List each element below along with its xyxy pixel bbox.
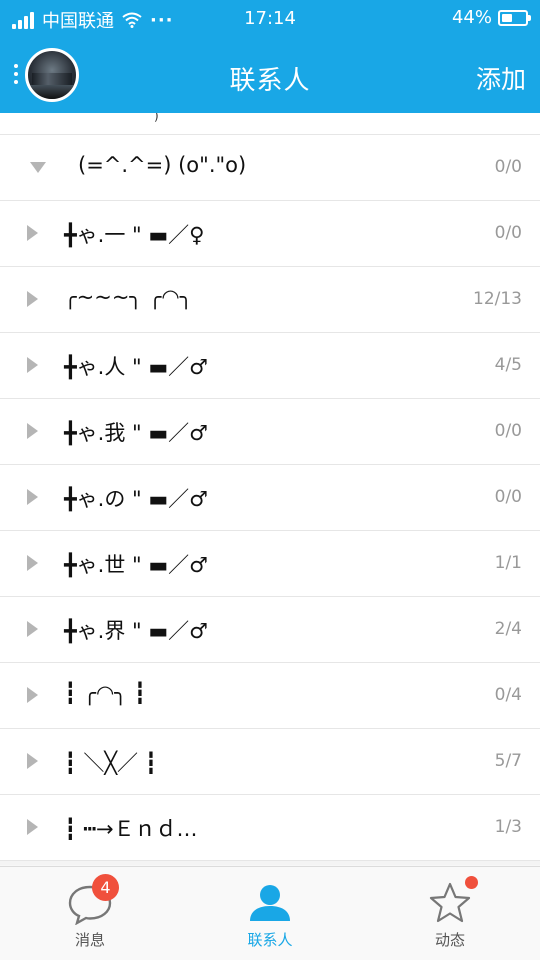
group-name: ╋ゃ.人 " ▬／♂ — [64, 355, 208, 379]
unread-badge: 4 — [92, 874, 119, 901]
contact-group-row[interactable]: ╋ゃ.一 " ▬／♀ 0/0 — [0, 201, 540, 267]
contact-group-row[interactable]: (=^.^=) (o"."o) 0/0 — [0, 135, 540, 201]
top-bar: 中国联通 ··· 17:14 44% 联系人 添加 — [0, 0, 540, 113]
online-count: 0/4 — [494, 685, 522, 705]
battery-icon — [498, 9, 531, 26]
online-count: 5/7 — [494, 751, 522, 771]
group-name: ╋ゃ.我 " ▬／♂ — [64, 421, 208, 445]
online-count: 12/13 — [473, 289, 522, 309]
group-name: ╋ゃ.界 " ▬／♂ — [64, 619, 208, 643]
tab-feed[interactable]: 动态 — [360, 867, 540, 960]
add-button[interactable]: 添加 — [476, 60, 526, 96]
contact-group-row[interactable]: ╋ゃ.人 " ▬／♂ 4/5 — [0, 333, 540, 399]
group-name: ╋ゃ.の " ▬／♂ — [64, 487, 208, 511]
expanded-arrow-icon — [30, 162, 46, 173]
collapsed-arrow-icon — [27, 555, 38, 571]
tab-label: 消息 — [74, 931, 105, 949]
contact-group-row[interactable]: ╭~~~╮ ╭◠╮ 12/13 — [0, 267, 540, 333]
bottom-tab-bar: 4 消息 联系人 动态 — [0, 866, 540, 960]
collapsed-arrow-icon — [27, 819, 38, 835]
page-title: 联系人 — [229, 66, 311, 96]
tab-label: 动态 — [434, 931, 465, 949]
collapsed-arrow-icon — [27, 753, 38, 769]
online-count: 0/0 — [494, 487, 522, 507]
contacts-person-icon — [250, 885, 290, 921]
header: 联系人 添加 — [0, 38, 540, 113]
group-name: ┇ ┅→Ｅｎｄ… — [64, 817, 198, 841]
contact-group-row[interactable]: ╋ゃ.界 " ▬／♂ 2/4 — [0, 597, 540, 663]
list-item-partial: ) — [0, 113, 540, 135]
group-name: ┇ ＼╳／ ┇ — [64, 751, 158, 775]
online-count: 0/0 — [494, 421, 522, 441]
collapsed-arrow-icon — [27, 291, 38, 307]
status-bar: 中国联通 ··· 17:14 44% — [0, 0, 540, 38]
tab-contacts[interactable]: 联系人 — [180, 867, 360, 960]
group-name: (=^.^=) (o"."o) — [78, 153, 247, 177]
new-activity-dot — [465, 876, 478, 889]
online-count: 4/5 — [494, 355, 522, 375]
online-count: 2/4 — [494, 619, 522, 639]
contact-group-row[interactable]: ┇ ╭◠╮ ┇ 0/4 — [0, 663, 540, 729]
collapsed-arrow-icon — [27, 687, 38, 703]
group-name: ╋ゃ.世 " ▬／♂ — [64, 553, 208, 577]
collapsed-arrow-icon — [27, 621, 38, 637]
collapsed-arrow-icon — [27, 423, 38, 439]
online-count: 1/1 — [494, 553, 522, 573]
group-name: ╋ゃ.一 " ▬／♀ — [64, 223, 205, 247]
group-name: ╭~~~╮ ╭◠╮ — [64, 285, 193, 309]
contact-group-row[interactable]: ┇ ┅→Ｅｎｄ… 1/3 — [0, 795, 540, 861]
online-count: 0/0 — [494, 157, 522, 177]
contact-group-row[interactable]: ┇ ＼╳／ ┇ 5/7 — [0, 729, 540, 795]
collapsed-arrow-icon — [27, 357, 38, 373]
status-right: 44% — [451, 7, 531, 28]
contact-group-row[interactable]: ╋ゃ.我 " ▬／♂ 0/0 — [0, 399, 540, 465]
online-count: 1/3 — [494, 817, 522, 837]
tab-messages[interactable]: 4 消息 — [0, 867, 180, 960]
contact-group-list[interactable]: ) (=^.^=) (o"."o) 0/0 ╋ゃ.一 " ▬／♀ 0/0 ╭~~~╮ ╭… — [0, 113, 540, 865]
online-count: 0/0 — [494, 223, 522, 243]
qq-contacts-screen: 中国联通 ··· 17:14 44% 联系人 添加) (=^.^=) (o".… — [0, 0, 540, 960]
tab-label: 联系人 — [247, 931, 293, 949]
group-name: ┇ ╭◠╮ ┇ — [64, 681, 147, 705]
contact-group-row[interactable]: ╋ゃ.の " ▬／♂ 0/0 — [0, 465, 540, 531]
collapsed-arrow-icon — [27, 489, 38, 505]
battery-percent: 44% — [451, 7, 492, 28]
contact-group-row[interactable]: ╋ゃ.世 " ▬／♂ 1/1 — [0, 531, 540, 597]
collapsed-arrow-icon — [27, 225, 38, 241]
